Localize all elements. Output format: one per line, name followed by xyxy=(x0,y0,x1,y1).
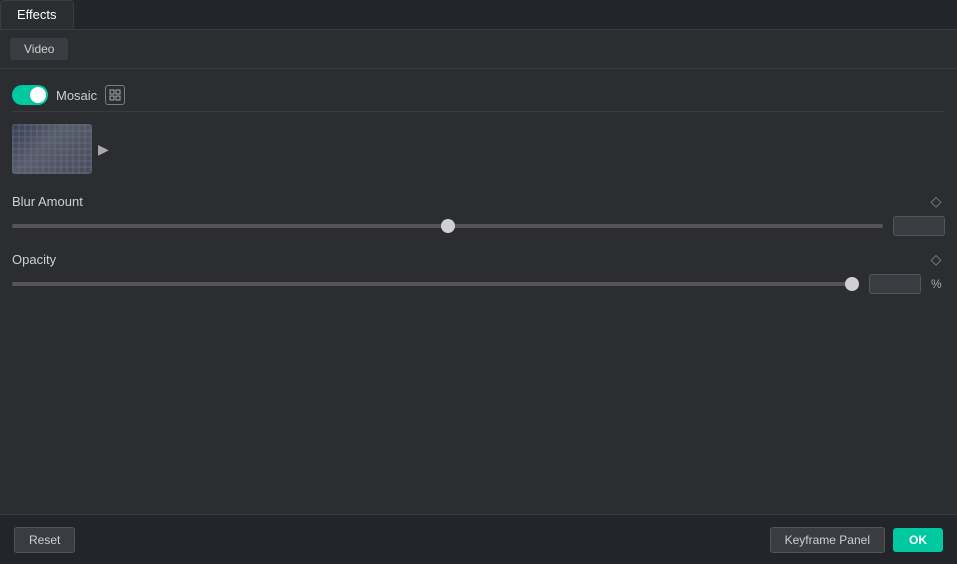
opacity-header: Opacity ◇ xyxy=(12,250,945,268)
blur-amount-slider-row: 50 xyxy=(12,216,945,236)
reset-button[interactable]: Reset xyxy=(14,527,75,553)
blur-amount-section: Blur Amount ◇ 50 xyxy=(12,192,945,236)
content-area: Mosaic ▶ Blur Amount ◇ 50 Opacity ◇ xyxy=(0,69,957,318)
opacity-slider[interactable] xyxy=(12,282,859,286)
blur-amount-label: Blur Amount xyxy=(12,194,83,209)
opacity-slider-row: 100 % xyxy=(12,274,945,294)
sub-tab-bar: Video xyxy=(0,30,957,69)
bottom-right-actions: Keyframe Panel OK xyxy=(770,527,943,553)
preview-area: ▶ xyxy=(12,124,945,174)
mosaic-toggle[interactable] xyxy=(12,85,48,105)
blur-amount-slider[interactable] xyxy=(12,224,883,228)
expand-arrow-icon[interactable]: ▶ xyxy=(98,141,109,158)
tab-bar: Effects xyxy=(0,0,957,30)
effect-thumbnail xyxy=(12,124,92,174)
blur-amount-keyframe-btn[interactable]: ◇ xyxy=(927,192,945,210)
sub-tab-video[interactable]: Video xyxy=(10,38,68,60)
mosaic-label: Mosaic xyxy=(56,88,97,103)
opacity-value[interactable]: 100 xyxy=(869,274,921,294)
mosaic-settings-icon[interactable] xyxy=(105,85,125,105)
opacity-section: Opacity ◇ 100 % xyxy=(12,250,945,294)
mosaic-row: Mosaic xyxy=(12,79,945,112)
tab-effects[interactable]: Effects xyxy=(0,0,74,29)
bottom-bar: Reset Keyframe Panel OK xyxy=(0,514,957,564)
opacity-label: Opacity xyxy=(12,252,56,267)
keyframe-panel-button[interactable]: Keyframe Panel xyxy=(770,527,885,553)
blur-amount-header: Blur Amount ◇ xyxy=(12,192,945,210)
blur-amount-value[interactable]: 50 xyxy=(893,216,945,236)
opacity-unit: % xyxy=(931,277,945,291)
ok-button[interactable]: OK xyxy=(893,528,943,552)
opacity-keyframe-btn[interactable]: ◇ xyxy=(927,250,945,268)
